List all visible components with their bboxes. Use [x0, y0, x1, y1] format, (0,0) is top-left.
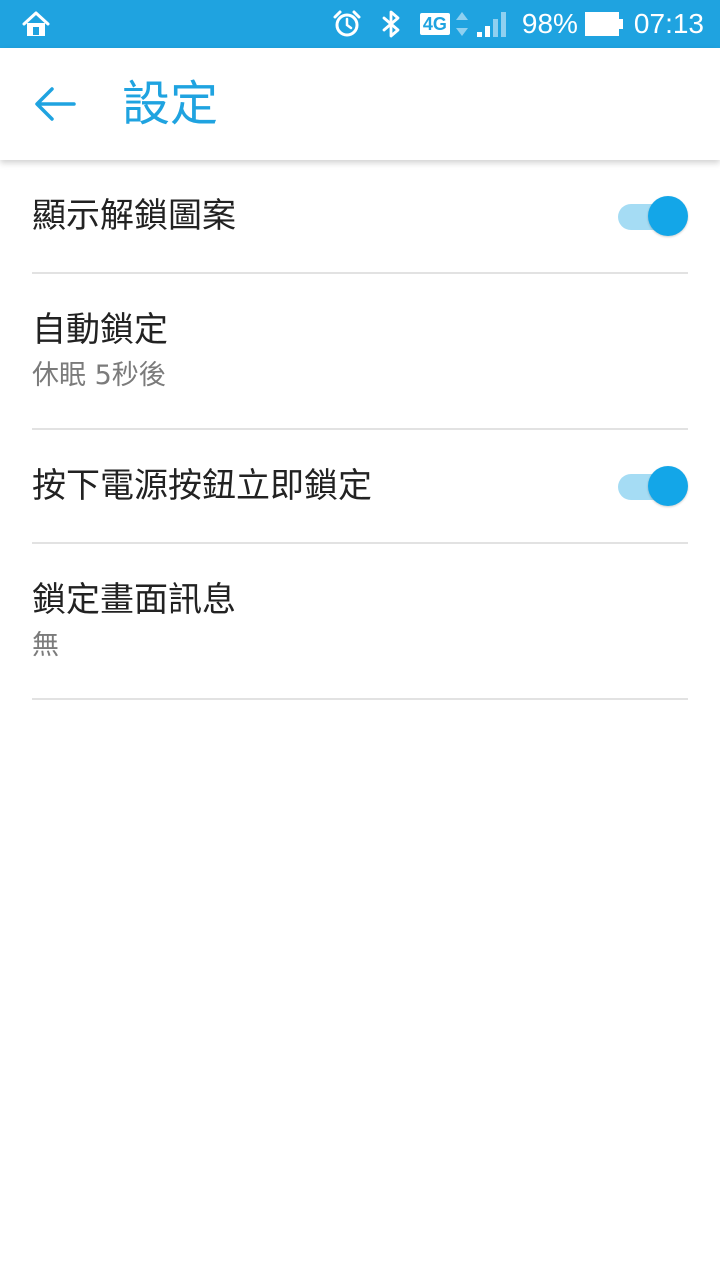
status-icons: 4G 98% 07:13 [318, 0, 704, 48]
bluetooth-icon [382, 10, 400, 38]
signal-icon [476, 12, 506, 37]
toggle-thumb [648, 196, 688, 236]
power-lock-toggle[interactable] [618, 466, 688, 506]
setting-title: 鎖定畫面訊息 [32, 580, 236, 620]
setting-title: 按下電源按鈕立即鎖定 [32, 466, 372, 506]
page-title: 設定 [122, 76, 219, 132]
back-arrow-icon [35, 87, 76, 121]
setting-auto-lock[interactable]: 自動鎖定 休眠 5秒後 [32, 274, 688, 430]
back-button[interactable] [20, 76, 92, 132]
setting-subtitle: 無 [32, 630, 59, 661]
battery-percent: 98% [521, 8, 578, 39]
app-bar: 設定 [0, 48, 720, 160]
battery-icon [584, 12, 623, 36]
setting-power-button-lock[interactable]: 按下電源按鈕立即鎖定 [32, 430, 688, 544]
status-bar: 4G 98% 07:13 [0, 0, 720, 48]
setting-title: 顯示解鎖圖案 [32, 196, 236, 236]
toggle-thumb [648, 466, 688, 506]
clock: 07:13 [633, 8, 704, 39]
network-type-badge: 4G [419, 13, 450, 35]
setting-lock-screen-message[interactable]: 鎖定畫面訊息 無 [32, 544, 688, 700]
alarm-icon [333, 10, 361, 37]
home-icon [22, 11, 50, 36]
setting-title: 自動鎖定 [32, 310, 168, 350]
settings-list: 顯示解鎖圖案 自動鎖定 休眠 5秒後 按下電源按鈕立即鎖定 鎖定畫面訊息 無 [32, 160, 688, 700]
data-arrows-icon [455, 12, 468, 36]
setting-subtitle: 休眠 5秒後 [32, 360, 166, 391]
show-pattern-toggle[interactable] [618, 196, 688, 236]
setting-show-unlock-pattern[interactable]: 顯示解鎖圖案 [32, 160, 688, 274]
screen: 4G 98% 07:13 設定 顯示解鎖圖案 自動鎖定 休眠 5秒後 按下電源按… [0, 0, 720, 1280]
